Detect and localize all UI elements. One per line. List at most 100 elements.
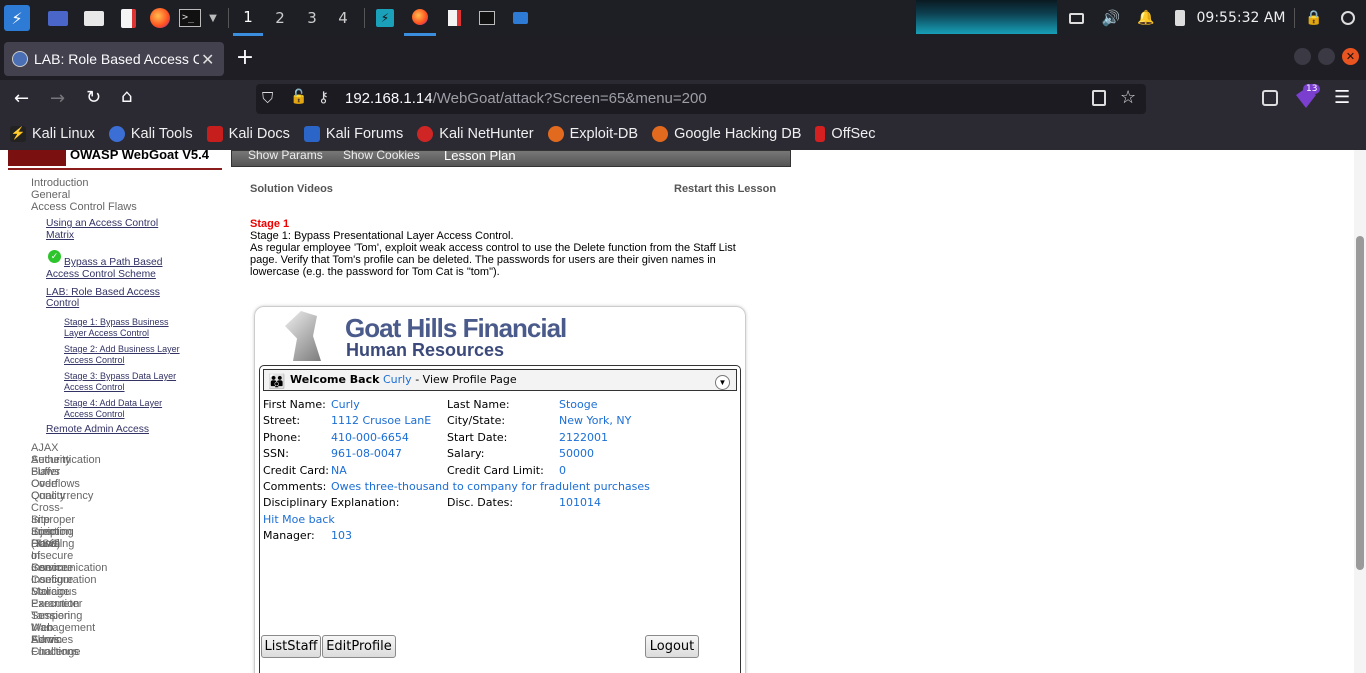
show-cookies-link[interactable]: Show Cookies [343,150,420,162]
bookmark-star-icon[interactable]: ☆ [1120,87,1136,108]
pocket-icon[interactable] [1262,90,1278,106]
stage4-link-line2[interactable]: Access Control [64,409,125,420]
reload-icon[interactable]: ↻ [86,87,101,108]
display-icon[interactable] [1066,0,1086,36]
terminal-icon[interactable]: >_ [178,0,202,36]
solution-videos-link[interactable]: Solution Videos [250,183,333,195]
editor-window-icon[interactable] [442,0,466,36]
hamburger-menu-icon[interactable]: ☰ [1334,87,1350,108]
maximize-button[interactable] [1318,48,1335,65]
screenshot-window-icon[interactable] [508,0,532,36]
reader-view-icon[interactable] [1092,90,1106,106]
workspace-1[interactable]: 1 [233,0,263,36]
app-window-icon[interactable]: ⚡ [372,0,398,36]
workspace-4[interactable]: 4 [328,0,358,36]
list-staff-button[interactable]: ListStaff [261,635,321,658]
vertical-scrollbar[interactable] [1354,150,1366,673]
logo-text: OWASP WebGoat V5.4 [70,150,209,162]
logout-button[interactable]: Logout [645,635,699,658]
first-name-label: First Name: [263,398,326,411]
url-bar[interactable]: ⛉ 🔓 ⚷ 192.168.1.14/WebGoat/attack?Screen… [256,84,1146,114]
credit-limit-value: 0 [559,464,566,477]
show-params-link[interactable]: Show Params [248,150,323,162]
bookmark-label: Exploit-DB [569,126,639,142]
webgoat-favicon-icon [12,51,28,67]
battery-icon[interactable] [1172,0,1188,36]
workspace-2[interactable]: 2 [265,0,295,36]
stage3-link-line1[interactable]: Stage 3: Bypass Data Layer [64,371,176,382]
bookmark-offsec[interactable]: OffSec [815,126,875,142]
volume-icon[interactable]: 🔊 [1100,0,1122,36]
url-path: /WebGoat/attack?Screen=65&menu=200 [432,90,707,107]
scrollbar-thumb[interactable] [1356,236,1364,570]
bookmark-google-hacking-db[interactable]: Google Hacking DB [652,126,801,142]
stage2-link-line1[interactable]: Stage 2: Add Business Layer [64,344,180,355]
clock[interactable]: 09:55:32 AM [1196,0,1286,36]
bookmark-kali-nethunter[interactable]: Kali NetHunter [417,126,534,142]
terminal-window-icon[interactable] [475,0,499,36]
sidebar-general[interactable]: General [31,189,70,201]
lesson-using-acm-line1[interactable]: Using an Access Control [46,218,158,230]
sidebar-introduction[interactable]: Introduction [31,177,88,189]
bookmark-kali-linux[interactable]: ⚡ Kali Linux [10,126,95,142]
page-content: OWASP WebGoat V5.4 Show Params Show Cook… [0,150,1366,673]
edit-profile-button[interactable]: EditProfile [322,635,396,658]
comments-label: Comments: [263,480,327,493]
bookmark-label: Google Hacking DB [674,126,802,142]
power-icon[interactable] [1338,0,1358,36]
shield-icon[interactable]: ⛉ [262,89,273,107]
kali-docs-icon [206,126,223,142]
bookmark-label: Kali Tools [130,126,193,142]
lesson-remote-admin[interactable]: Remote Admin Access [46,424,149,436]
ghdb-icon [652,126,669,142]
workspace-3[interactable]: 3 [297,0,327,36]
bookmark-kali-forums[interactable]: Kali Forums [303,126,403,142]
insecure-lock-icon[interactable]: 🔓 [290,89,307,105]
lesson-lab-rbac-line2[interactable]: Control [46,298,79,310]
firefox-window-icon[interactable] [404,0,436,36]
lesson-bypass-path-line2[interactable]: Access Control Scheme [46,269,156,281]
kali-tools-icon [108,126,125,142]
kali-menu-icon[interactable]: ⚡ [2,0,32,36]
bookmark-kali-tools[interactable]: Kali Tools [108,126,193,142]
file-manager-icon[interactable] [82,0,106,36]
back-icon[interactable]: ← [14,88,29,109]
bookmark-kali-docs[interactable]: Kali Docs [206,126,290,142]
key-icon[interactable]: ⚷ [318,88,329,106]
lesson-bypass-path-line1[interactable]: Bypass a Path Based [64,257,162,269]
comments-value: Owes three-thousand to company for fradu… [331,480,650,493]
minimize-button[interactable] [1294,48,1311,65]
new-tab-icon[interactable]: + [234,44,256,72]
description-line: lowercase (e.g. the password for Tom Cat… [250,266,500,278]
stage1-link-line2[interactable]: Layer Access Control [64,328,149,339]
lock-icon[interactable]: 🔒 [1304,0,1324,36]
disciplinary-label: Disciplinary Explanation: [263,496,400,509]
restart-lesson-link[interactable]: Restart this Lesson [674,183,776,195]
collapse-icon[interactable]: ▼ [715,375,730,390]
goat-logo-icon [285,311,321,361]
lesson-using-acm-line2[interactable]: Matrix [46,230,74,242]
stage4-link-line1[interactable]: Stage 4: Add Data Layer [64,398,162,409]
chevron-down-icon[interactable]: ▼ [205,0,221,36]
text-editor-icon[interactable] [116,0,140,36]
stage2-link-line2[interactable]: Access Control [64,355,125,366]
home-icon[interactable]: ⌂ [121,86,132,107]
desktop-icon[interactable] [46,0,70,36]
sidebar-category[interactable]: Concurrency [31,490,93,502]
last-name-value: Stooge [559,398,598,411]
close-window-button[interactable]: ✕ [1342,48,1359,65]
firefox-icon[interactable] [148,0,172,36]
notification-bell-icon[interactable]: 🔔 [1136,0,1156,36]
sidebar-access-control-flaws[interactable]: Access Control Flaws [31,201,137,213]
forward-icon[interactable]: → [50,88,65,109]
welcome-label: Welcome Back [290,373,380,386]
bookmark-exploit-db[interactable]: Exploit-DB [547,126,639,142]
profile-header: 👪 Welcome Back Curly - View Profile Page… [263,369,737,391]
browser-tab[interactable]: LAB: Role Based Access C ✕ [4,42,224,76]
stage1-link-line1[interactable]: Stage 1: Bypass Business [64,317,169,328]
lesson-plan-link[interactable]: Lesson Plan [444,150,516,163]
sidebar-category[interactable]: Challenge [31,646,81,658]
first-name-value: Curly [331,398,360,411]
close-tab-icon[interactable]: ✕ [201,50,214,69]
stage3-link-line2[interactable]: Access Control [64,382,125,393]
